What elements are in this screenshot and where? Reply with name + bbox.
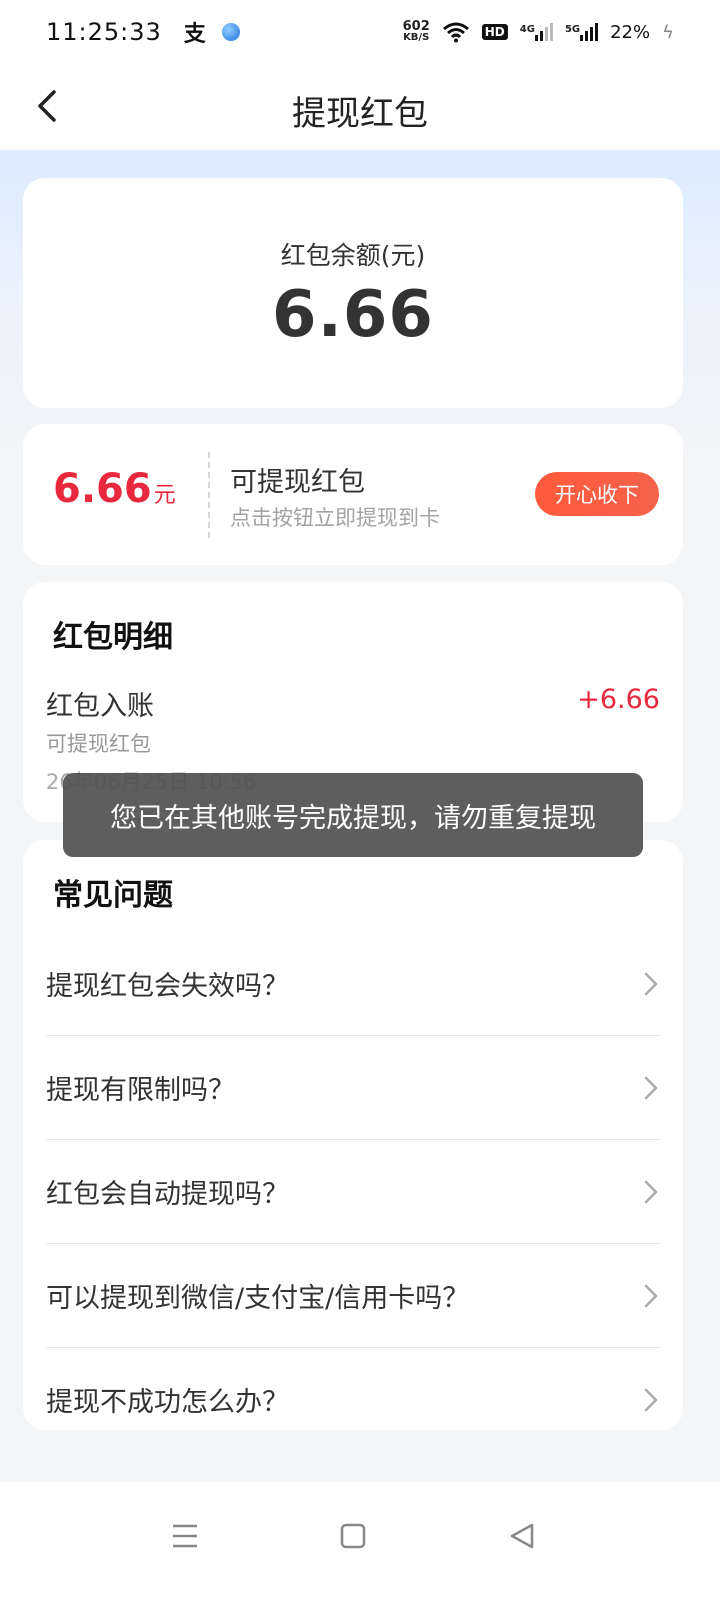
faq-question: 提现有限制吗？	[46, 1075, 235, 1106]
network-speed-value: 602	[402, 19, 430, 34]
chevron-right-icon	[644, 1388, 658, 1411]
page-title: 提现红包	[292, 94, 428, 134]
detail-heading: 红包明细	[53, 620, 173, 655]
withdrawable-amount-value: 6.66	[53, 466, 152, 512]
faq-question: 提现不成功怎么办？	[46, 1387, 289, 1418]
status-icons: 602 KB/S HD 4G 5G 22% ϟ	[402, 19, 674, 43]
balance-card: 红包余额(元) 6.66	[23, 178, 683, 408]
back-triangle-icon[interactable]	[508, 1522, 536, 1550]
toast-message: 您已在其他账号完成提现，请勿重复提现	[63, 773, 643, 857]
status-time: 11:25:33	[46, 18, 162, 46]
network-speed-unit: KB/S	[403, 32, 430, 43]
faq-card: 常见问题 提现红包会失效吗？ 提现有限制吗？ 红包会自动提现吗？ 可以提现到微信…	[23, 840, 683, 1430]
status-bar: 11:25:33 支 602 KB/S HD 4G 5G 22% ϟ	[0, 0, 720, 64]
withdrawable-amount: 6.66元	[53, 466, 176, 512]
chevron-right-icon	[644, 972, 658, 995]
system-navigation-bar	[0, 1482, 720, 1600]
battery-level: 22%	[610, 21, 651, 43]
record-type: 可提现红包	[46, 732, 151, 756]
claim-button[interactable]: 开心收下	[535, 472, 659, 516]
record-amount: +6.66	[577, 684, 660, 715]
faq-list: 提现红包会失效吗？ 提现有限制吗？ 红包会自动提现吗？ 可以提现到微信/支付宝/…	[46, 932, 660, 1451]
faq-item[interactable]: 提现不成功怎么办？	[46, 1348, 660, 1451]
charging-icon: ϟ	[662, 21, 674, 43]
faq-item[interactable]: 提现红包会失效吗？	[46, 932, 660, 1036]
faq-item[interactable]: 可以提现到微信/支付宝/信用卡吗？	[46, 1244, 660, 1348]
withdrawable-amount-unit: 元	[153, 483, 176, 508]
balance-label: 红包余额(元)	[280, 241, 426, 270]
hd-voice-icon: HD	[481, 24, 508, 40]
app-notification-icon	[221, 23, 240, 41]
menu-icon[interactable]	[170, 1522, 200, 1550]
home-square-icon[interactable]	[339, 1522, 367, 1550]
network-5g-label: 5G	[564, 24, 581, 35]
faq-item[interactable]: 提现有限制吗？	[46, 1036, 660, 1140]
withdraw-title: 可提现红包	[230, 467, 365, 498]
wifi-icon	[442, 22, 469, 43]
chevron-right-icon	[644, 1076, 658, 1099]
faq-question: 提现红包会失效吗？	[46, 971, 289, 1002]
signal-bars-1-icon	[534, 23, 553, 41]
alipay-notification-icon: 支	[183, 22, 206, 47]
balance-amount: 6.66	[272, 278, 434, 352]
network-speed: 602 KB/S	[402, 19, 430, 43]
withdraw-card: 6.66元 可提现红包 点击按钮立即提现到卡 开心收下	[23, 424, 683, 565]
faq-question: 可以提现到微信/支付宝/信用卡吗？	[46, 1283, 470, 1314]
withdraw-subtitle: 点击按钮立即提现到卡	[230, 506, 440, 530]
signal-bars-2-icon	[580, 23, 599, 41]
network-4g-label: 4G	[519, 24, 535, 35]
dashed-divider	[208, 452, 210, 538]
header-bar: 提现红包	[0, 64, 720, 150]
chevron-right-icon	[644, 1284, 658, 1307]
faq-question: 红包会自动提现吗？	[46, 1179, 289, 1210]
faq-heading: 常见问题	[53, 878, 173, 913]
chevron-right-icon	[644, 1180, 658, 1203]
faq-item[interactable]: 红包会自动提现吗？	[46, 1140, 660, 1244]
record-name: 红包入账	[46, 691, 154, 722]
